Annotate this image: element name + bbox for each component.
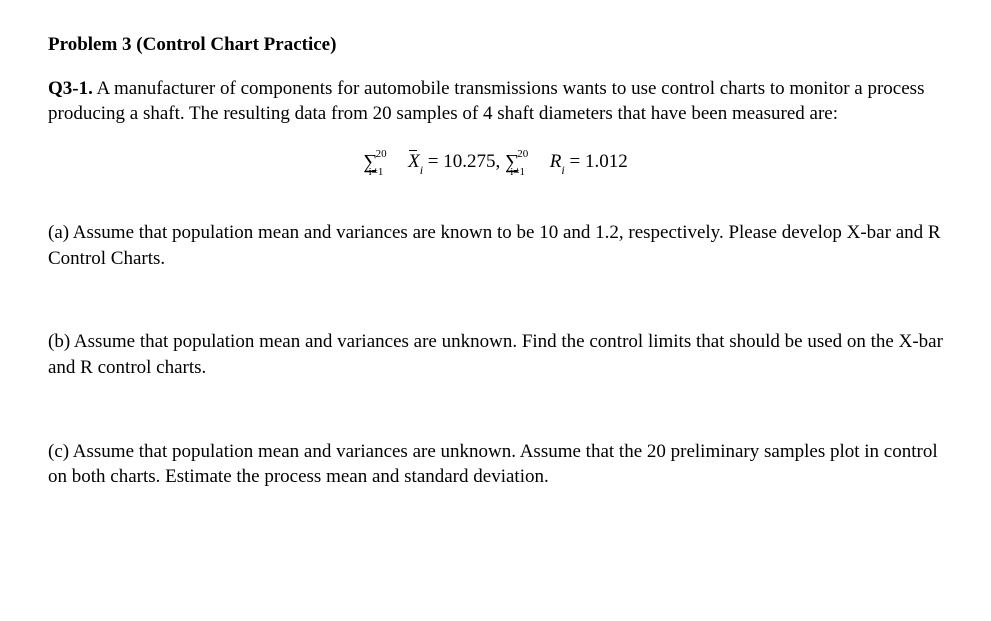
intro-text: A manufacturer of components for automob… (48, 78, 924, 125)
r-symbol: R (550, 151, 562, 172)
equation-value-2: = 1.012 (569, 151, 627, 172)
question-label: Q3-1. (48, 78, 93, 99)
xbar-subscript: i (420, 163, 423, 177)
part-b: (b) Assume that population mean and vari… (48, 329, 943, 380)
problem-intro: Q3-1. A manufacturer of components for a… (48, 76, 943, 127)
sum-lower-1: i=1 (369, 166, 384, 178)
part-c: (c) Assume that population mean and vari… (48, 439, 943, 490)
r-subscript: i (561, 163, 564, 177)
xbar-symbol: X (408, 149, 420, 175)
problem-title: Problem 3 (Control Chart Practice) (48, 32, 943, 58)
part-a: (a) Assume that population mean and vari… (48, 220, 943, 271)
sum-upper-2: 20 (517, 148, 528, 160)
equation-value-1: = 10.275, (428, 151, 505, 172)
equation-block: ∑20i=1 Xi = 10.275, ∑20i=1 Ri = 1.012 (48, 149, 943, 176)
sum-lower-2: i=1 (510, 166, 525, 178)
sum-upper-1: 20 (376, 148, 387, 160)
